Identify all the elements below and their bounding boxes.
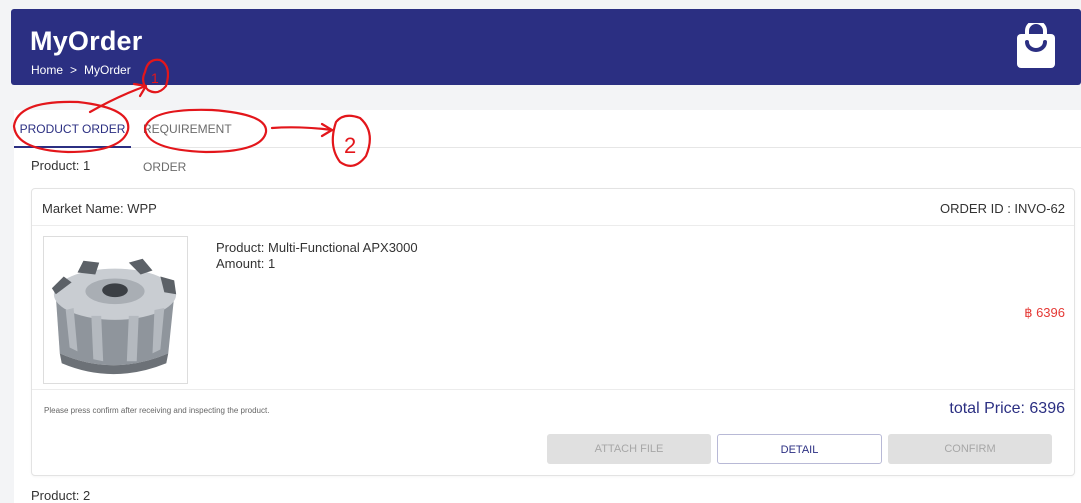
order-card-footer: Please press confirm after receiving and…: [32, 389, 1074, 477]
product-image: [43, 236, 188, 384]
product-price: ฿ 6396: [1024, 305, 1065, 320]
order-tabs: PRODUCT ORDER REQUIREMENT ORDER: [14, 110, 1081, 174]
confirm-button[interactable]: CONFIRM: [888, 434, 1052, 464]
product-name: Product: Multi-Functional APX3000: [216, 240, 418, 255]
attach-file-button[interactable]: ATTACH FILE: [547, 434, 711, 464]
product-heading: Product: 1: [31, 158, 91, 173]
shopping-bag-icon[interactable]: [1015, 23, 1057, 69]
arrow-head-1: [132, 82, 148, 98]
order-card: Market Name: WPP ORDER ID : INVO-62 Prod…: [31, 188, 1075, 476]
product-heading: Product: 2: [31, 488, 91, 503]
tab-product-order[interactable]: PRODUCT ORDER: [14, 110, 131, 148]
breadcrumb-separator: >: [70, 63, 78, 77]
arrow-to-annotation-1: [88, 84, 148, 114]
tab-requirement-order[interactable]: REQUIREMENT ORDER: [143, 110, 273, 174]
total-price: total Price: 6396: [949, 400, 1065, 417]
detail-button[interactable]: DETAIL: [717, 434, 882, 464]
order-id: ORDER ID : INVO-62: [940, 201, 1065, 216]
breadcrumb-current: MyOrder: [84, 63, 131, 77]
product-info: Product: Multi-Functional APX3000 Amount…: [216, 240, 418, 272]
market-name: Market Name: WPP: [42, 201, 157, 216]
breadcrumb-home[interactable]: Home: [31, 63, 63, 77]
page-title: MyOrder: [30, 26, 143, 56]
product-amount: Amount: 1: [216, 256, 276, 271]
page-header: MyOrder Home > MyOrder: [11, 9, 1081, 85]
order-panel: PRODUCT ORDER REQUIREMENT ORDER Product:…: [14, 110, 1081, 503]
breadcrumb: Home > MyOrder: [31, 63, 131, 77]
confirm-note: Please press confirm after receiving and…: [44, 406, 270, 415]
order-card-header: Market Name: WPP ORDER ID : INVO-62: [32, 189, 1074, 226]
